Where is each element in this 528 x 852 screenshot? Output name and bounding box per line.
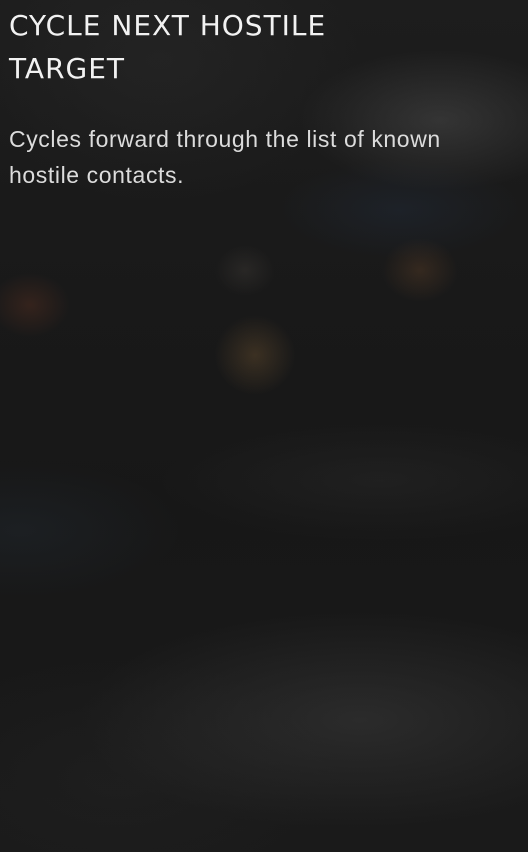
binding-description: Cycles forward through the list of known… (9, 126, 441, 188)
keybind-info-panel: CYCLE NEXT HOSTILE TARGET Cycles forward… (0, 0, 528, 852)
binding-title: CYCLE NEXT HOSTILE TARGET (9, 9, 327, 85)
